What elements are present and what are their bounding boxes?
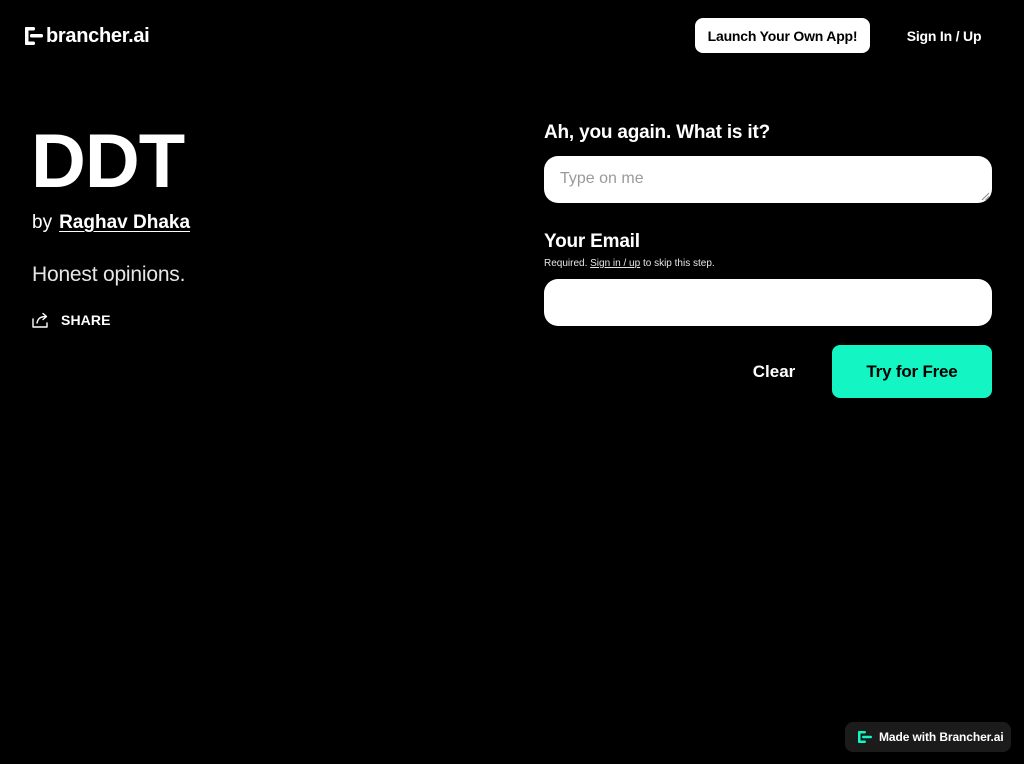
made-with-text: Made with Brancher.ai	[879, 730, 1004, 744]
brancher-logo-icon	[25, 27, 43, 45]
email-label: Your Email	[544, 231, 640, 252]
author-link[interactable]: Raghav Dhaka	[59, 212, 190, 234]
brancher-logo[interactable]: brancher.ai	[25, 23, 150, 49]
email-note: Required. Sign in / up to skip this step…	[544, 258, 715, 269]
by-label: by	[32, 212, 53, 233]
logo-text: brancher.ai	[46, 24, 150, 47]
email-note-suffix: to skip this step.	[642, 258, 715, 269]
prompt-input[interactable]	[544, 156, 992, 203]
email-note-prefix: Required.	[544, 258, 588, 269]
made-with-brancher-badge[interactable]: Made with Brancher.ai	[845, 722, 1011, 752]
clear-button[interactable]: Clear	[738, 345, 810, 398]
app-tagline: Honest opinions.	[32, 263, 186, 286]
share-icon	[32, 312, 48, 328]
app-title: DDT	[31, 119, 185, 204]
try-for-free-button[interactable]: Try for Free	[832, 345, 992, 398]
prompt-question-label: Ah, you again. What is it?	[544, 122, 770, 143]
brancher-mini-logo-icon	[858, 731, 872, 743]
email-sign-in-link[interactable]: Sign in / up	[590, 258, 640, 269]
app-page: brancher.ai Launch Your Own App! Sign In…	[0, 0, 1024, 764]
sign-in-up-link[interactable]: Sign In / Up	[896, 18, 992, 53]
share-label: SHARE	[61, 312, 111, 328]
email-input[interactable]	[544, 279, 992, 326]
share-button[interactable]: SHARE	[32, 308, 111, 332]
resize-grip-icon[interactable]	[980, 191, 990, 201]
byline: by Raghav Dhaka	[32, 212, 190, 234]
launch-own-app-button[interactable]: Launch Your Own App!	[695, 18, 870, 53]
